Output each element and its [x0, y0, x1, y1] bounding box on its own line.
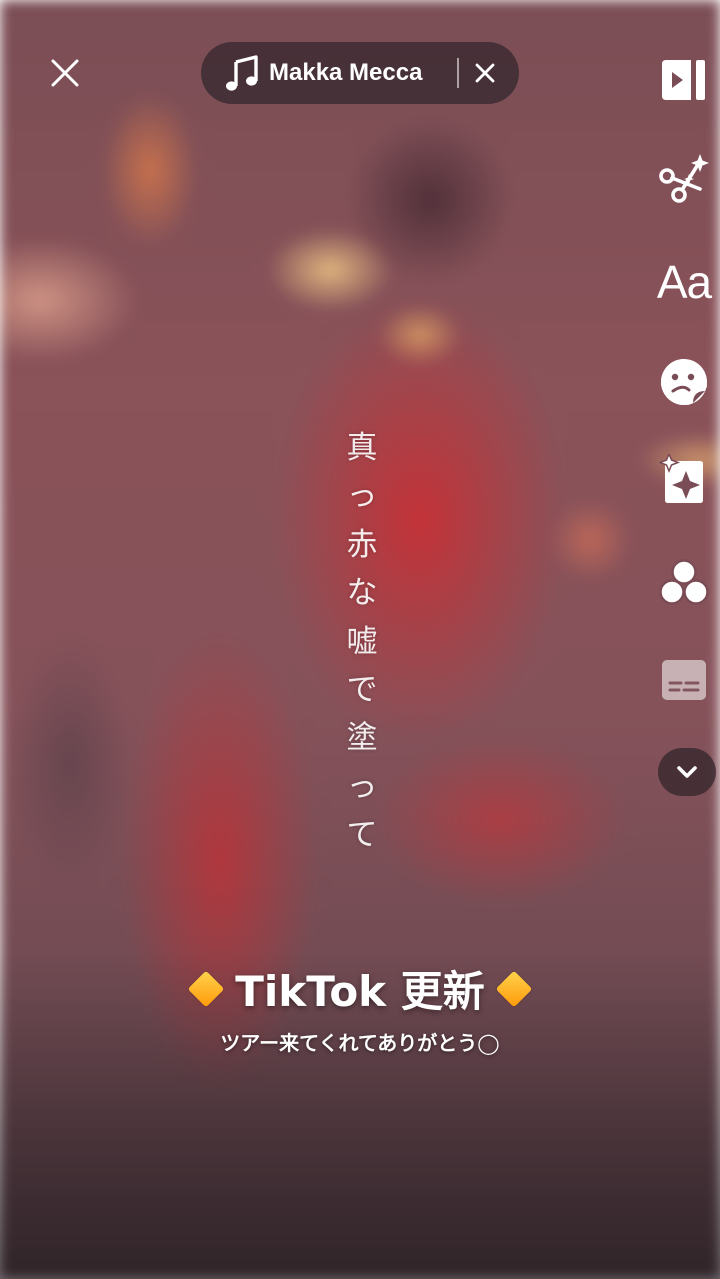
captions-icon — [662, 660, 706, 700]
captions-button[interactable] — [650, 650, 718, 710]
selected-sound-pill[interactable]: Makka Mecca — [201, 42, 519, 104]
music-note-icon — [226, 55, 258, 91]
effects-icon — [659, 454, 703, 503]
close-button[interactable] — [44, 52, 86, 94]
caption-subtitle: ツアー来てくれてありがとう◯ — [220, 1031, 500, 1055]
orange-diamond-icon — [187, 970, 225, 1007]
sticker-button[interactable] — [650, 352, 718, 412]
magic-cut-icon — [659, 154, 709, 203]
filters-icon — [659, 559, 709, 605]
remove-sound-icon[interactable] — [473, 61, 497, 85]
edit-toolbar: Aa — [620, 0, 720, 820]
caption-headline: TikTok 更新 — [185, 958, 534, 1019]
edit-clip-button[interactable] — [650, 50, 718, 110]
sound-title: Makka Mecca — [269, 59, 423, 86]
text-icon: Aa — [656, 256, 712, 308]
text-button[interactable]: Aa — [650, 252, 718, 312]
more-tools-button[interactable] — [658, 748, 716, 796]
chevron-down-icon — [677, 766, 697, 778]
caption-title: TikTok 更新 — [235, 967, 485, 1016]
sticker-icon — [661, 359, 707, 405]
sound-divider — [457, 58, 459, 88]
magic-cut-button[interactable] — [650, 150, 718, 210]
filters-button[interactable] — [650, 552, 718, 612]
effects-button[interactable] — [650, 450, 718, 510]
edit-clip-icon — [662, 60, 705, 100]
close-icon — [51, 59, 79, 87]
caption-overlay[interactable]: TikTok 更新 ツアー来てくれてありがとう◯ — [0, 958, 720, 1056]
lyrics-text[interactable]: 真 っ 赤 な 嘘 で 塗 っ て — [336, 424, 388, 860]
orange-diamond-icon — [495, 970, 533, 1007]
